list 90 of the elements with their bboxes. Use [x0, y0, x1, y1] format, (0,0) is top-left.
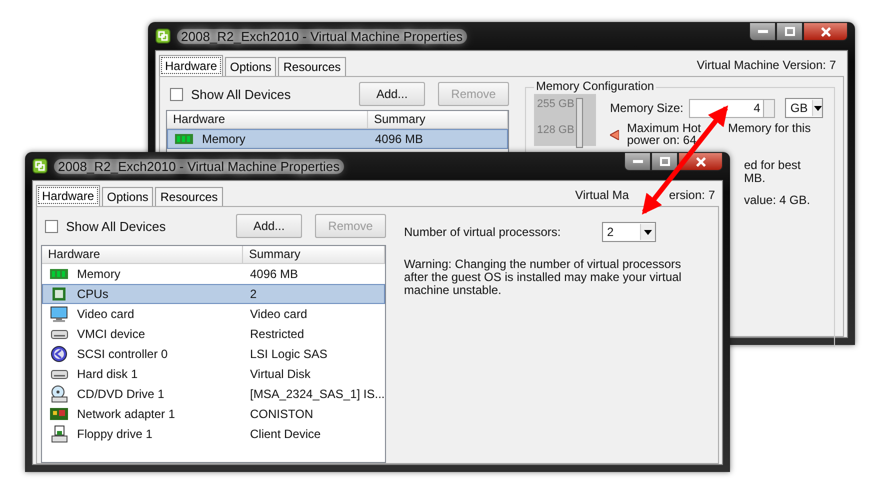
scale-label: 128 GB: [537, 124, 574, 136]
note-text: ed for best: [744, 159, 802, 172]
triangle-icon: [610, 130, 619, 140]
column-header[interactable]: Summary: [243, 246, 385, 263]
unit-dropdown[interactable]: GB: [785, 98, 824, 118]
tab[interactable]: Hardware: [159, 55, 224, 76]
version-label: Virtual Ma: [575, 188, 629, 202]
tab[interactable]: Options: [225, 57, 276, 76]
device-name: Floppy drive 1: [77, 427, 152, 441]
app-icon: [155, 28, 171, 44]
tab[interactable]: Options: [102, 187, 154, 206]
processors-label: Number of virtual processors:: [404, 225, 562, 239]
hardware-row[interactable]: Network adapter 1 CONISTON: [42, 404, 385, 424]
minimize-icon: [758, 30, 768, 34]
memory-size-label: Memory Size:: [610, 101, 684, 115]
device-name: SCSI controller 0: [77, 347, 168, 361]
drive-icon: [50, 330, 68, 338]
version-label: ersion: 7: [668, 188, 715, 202]
maximize-icon: [784, 27, 794, 36]
chip-icon: [52, 287, 66, 301]
device-summary: LSI Logic SAS: [249, 347, 328, 361]
device-summary: Virtual Disk: [249, 367, 312, 381]
close-icon: [696, 156, 706, 166]
hardware-row[interactable]: Memory 4096 MB: [42, 264, 385, 284]
memory-chip-icon: [175, 133, 193, 145]
device-name: Memory: [202, 132, 246, 146]
note-text: Memory for this: [728, 122, 811, 134]
close-button[interactable]: [803, 22, 848, 41]
caret-icon: [814, 106, 822, 110]
processors-dropdown[interactable]: 2: [602, 222, 656, 242]
network-card-icon: [50, 407, 68, 421]
hardware-row[interactable]: VMCI device Restricted: [42, 324, 385, 344]
add-button[interactable]: Add...: [236, 214, 302, 238]
note-text: value: 4 GB.: [744, 194, 812, 207]
tab[interactable]: Resources: [155, 187, 223, 206]
device-summary: CONISTON: [249, 407, 314, 421]
device-summary: [MSA_2324_SAS_1] IS...: [249, 387, 385, 401]
note-text: MB.: [744, 172, 766, 185]
hardware-row[interactable]: Floppy drive 1 Client Device: [42, 424, 385, 444]
checkbox-label: Show All Devices: [191, 86, 291, 102]
app-icon: [32, 158, 48, 174]
checkbox[interactable]: [45, 220, 58, 232]
maximize-button[interactable]: [776, 22, 803, 41]
column-header[interactable]: Hardware: [42, 246, 243, 263]
device-name: Memory: [77, 267, 120, 281]
hardware-row[interactable]: SCSI controller 0 LSI Logic SAS: [42, 344, 385, 364]
warning-text: Warning: Changing the number of virtual processors after the guest OS is installed may make your virtual machine unstable.: [404, 258, 682, 297]
device-name: CPUs: [77, 287, 108, 301]
device-summary: Video card: [249, 307, 308, 321]
hardware-row[interactable]: Memory 4096 MB: [167, 129, 508, 149]
device-summary: 4096 MB: [249, 267, 300, 281]
device-name: CD/DVD Drive 1: [77, 387, 164, 401]
hardware-row[interactable]: Video card Video card: [42, 304, 385, 324]
memory-chip-icon: [50, 268, 68, 280]
note-text: Maximum Hot: [627, 122, 702, 134]
checkbox[interactable]: [170, 88, 183, 100]
note-text: power on: 64: [627, 134, 698, 146]
device-summary: Restricted: [249, 327, 306, 341]
scale-label: 255 GB: [537, 98, 574, 110]
device-name: Hard disk 1: [77, 367, 138, 381]
hardware-row[interactable]: CD/DVD Drive 1 [MSA_2324_SAS_1] IS...: [42, 384, 385, 404]
version-label: Virtual Machine Version: 7: [696, 58, 837, 74]
minimize-icon: [632, 160, 642, 164]
checkbox-label: Show All Devices: [66, 218, 166, 234]
floppy-drive-icon: [50, 425, 68, 443]
add-button[interactable]: Add...: [359, 82, 425, 106]
device-name: Video card: [77, 307, 134, 321]
hardware-row[interactable]: Hard disk 1 Virtual Disk: [42, 364, 385, 384]
caret-icon: [644, 230, 652, 234]
device-name: Network adapter 1: [77, 407, 176, 421]
maximize-icon: [660, 157, 670, 166]
device-name: VMCI device: [77, 327, 146, 341]
device-summary: 2: [249, 287, 258, 301]
tab[interactable]: Resources: [278, 57, 346, 76]
drive-icon: [50, 370, 68, 378]
column-header[interactable]: Summary: [368, 111, 508, 128]
hardware-row[interactable]: CPUs 2: [42, 284, 385, 304]
tab[interactable]: Hardware: [36, 185, 100, 206]
maximize-button[interactable]: [651, 152, 678, 171]
memory-size-field[interactable]: 4: [689, 98, 776, 118]
close-icon: [820, 26, 830, 36]
disc-drive-icon: [50, 385, 68, 403]
arrow-circle-icon: [51, 346, 67, 362]
device-summary: 4096 MB: [374, 132, 424, 146]
monitor-icon: [50, 306, 68, 322]
minimize-button[interactable]: [749, 22, 776, 41]
group-title: Memory Configuration: [534, 79, 656, 93]
device-summary: Client Device: [249, 427, 322, 441]
minimize-button[interactable]: [624, 152, 651, 171]
column-header[interactable]: Hardware: [167, 111, 368, 128]
